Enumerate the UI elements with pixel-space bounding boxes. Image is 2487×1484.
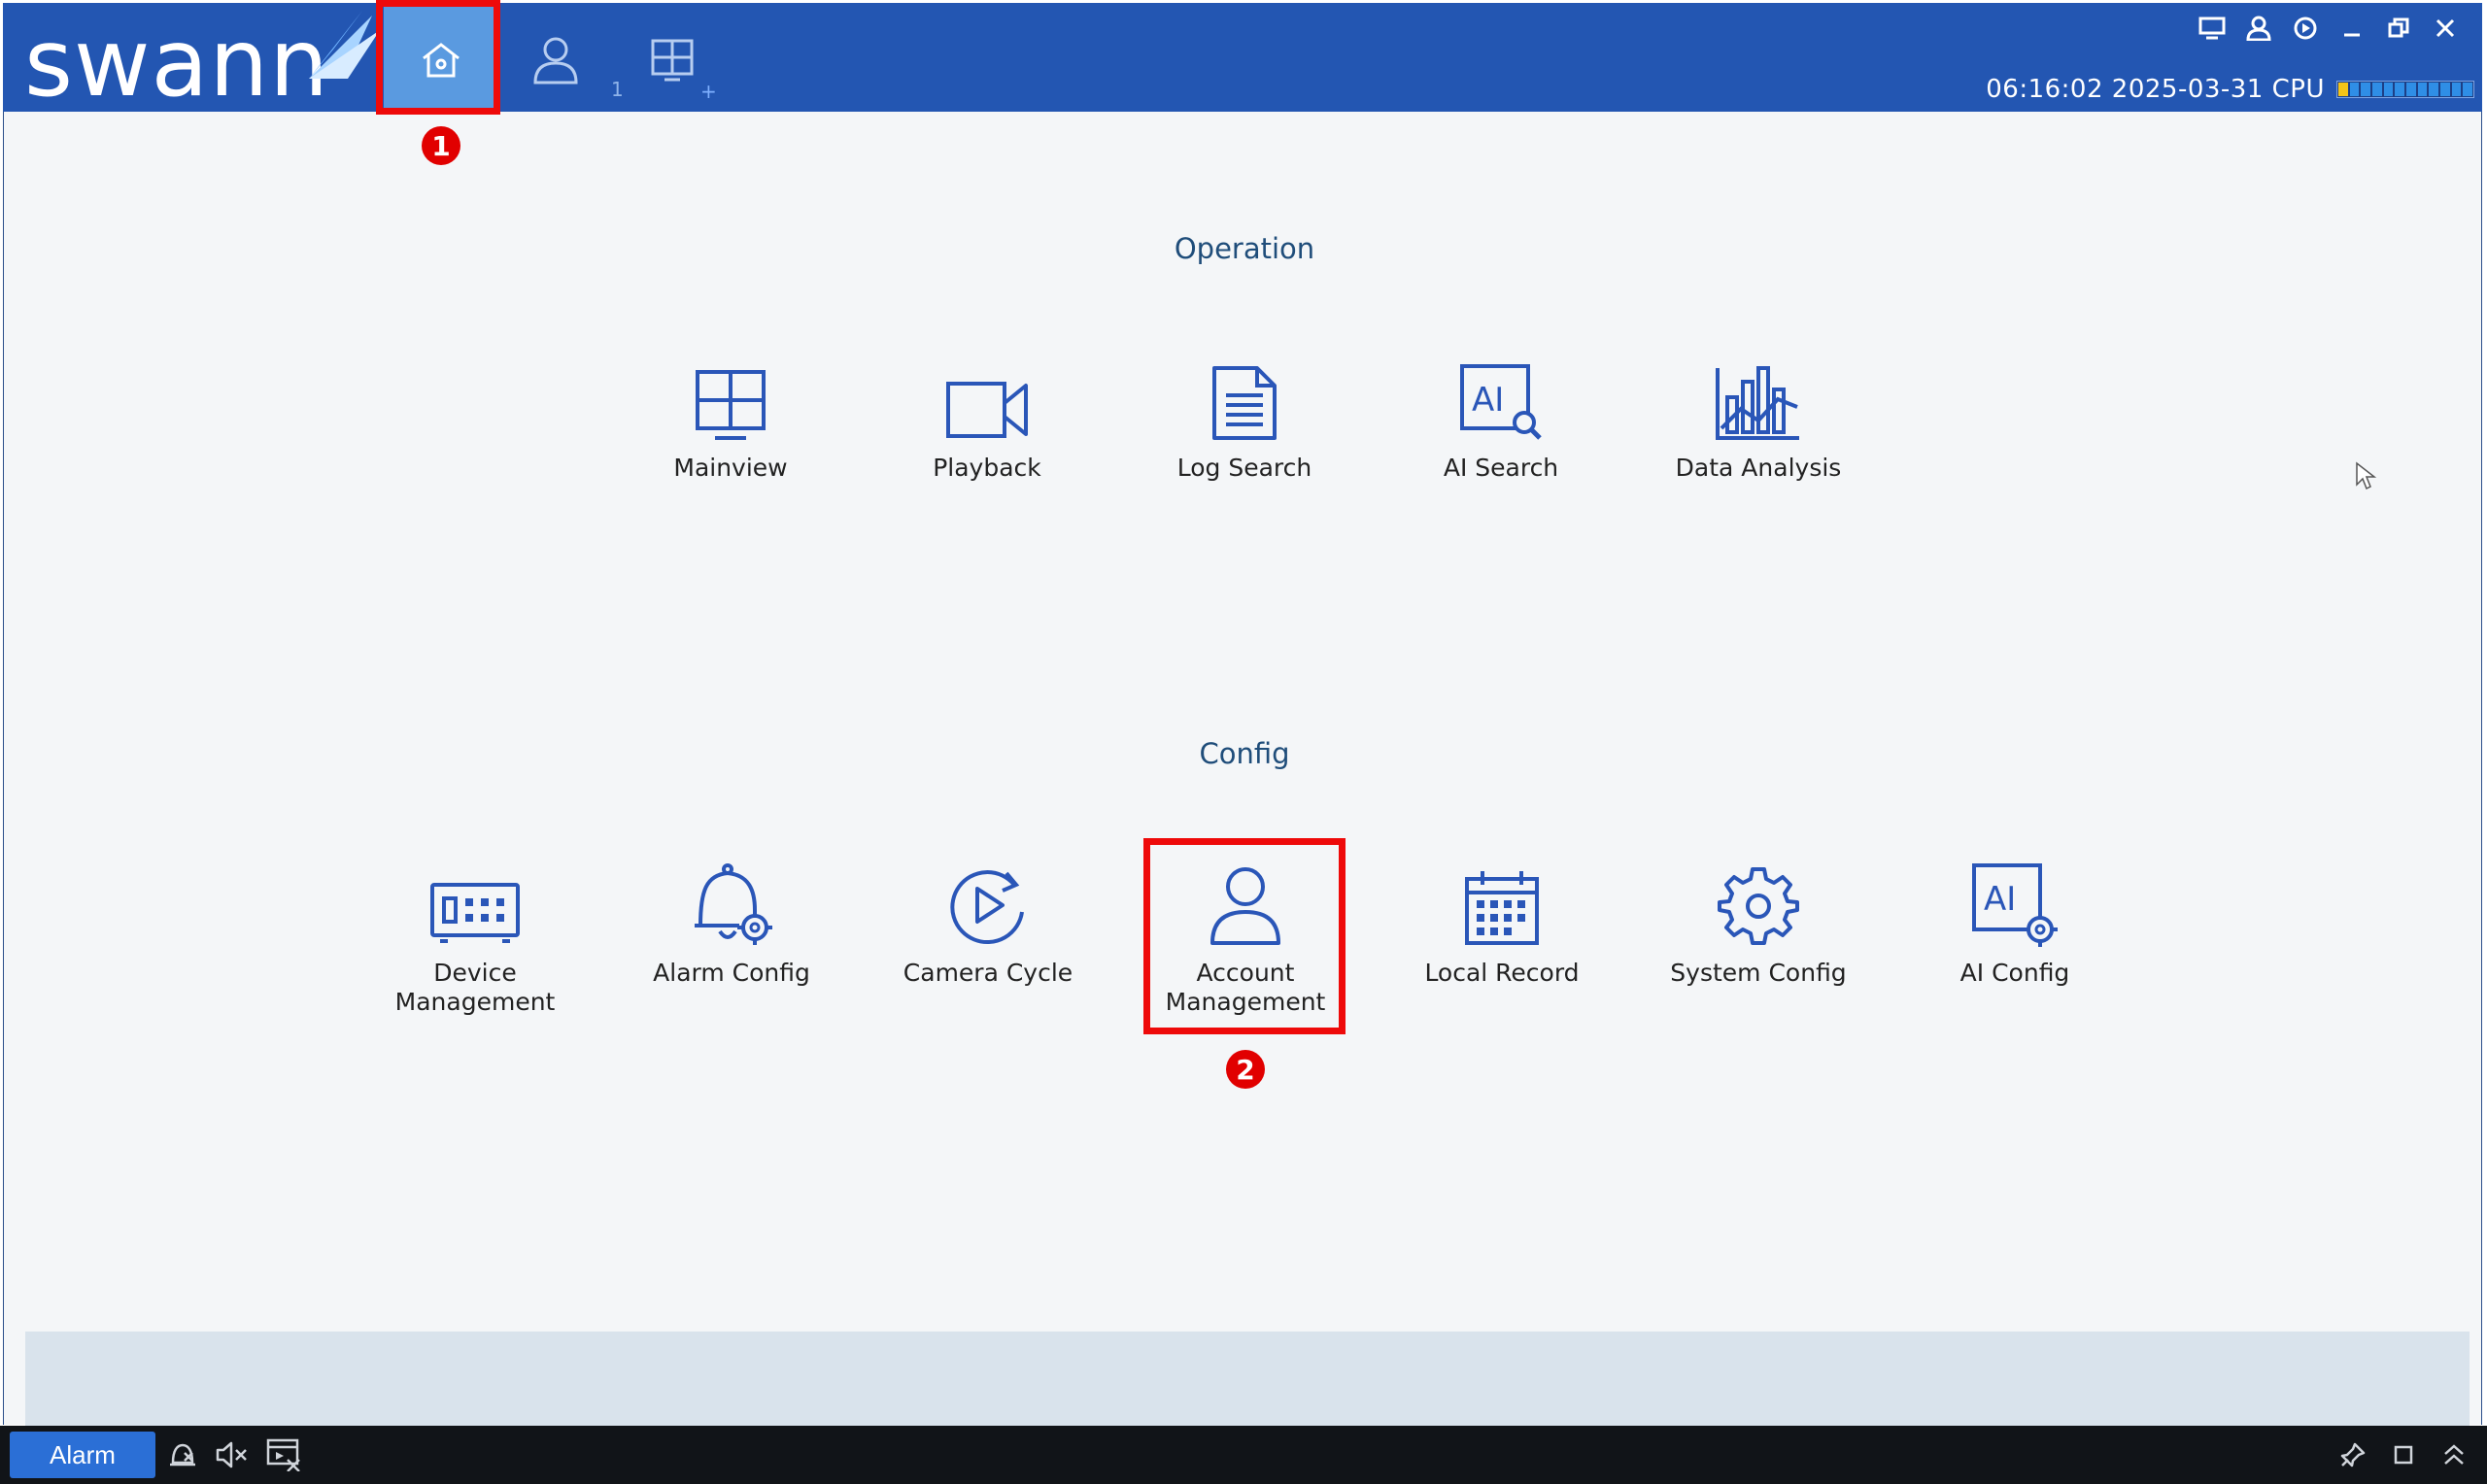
- close-video-icon[interactable]: [266, 1437, 301, 1472]
- tile-label: Log Search: [1176, 454, 1312, 482]
- user-icon: [533, 37, 578, 84]
- svg-text:AI: AI: [1472, 381, 1504, 420]
- window-controls: [2195, 15, 2463, 42]
- close-icon[interactable]: [2428, 15, 2463, 42]
- fullscreen-icon[interactable]: [2386, 1437, 2421, 1472]
- annotation-badge-2: 2: [1226, 1050, 1265, 1089]
- highlight-box-2: [1143, 838, 1346, 1034]
- monitor-icon[interactable]: [2195, 15, 2230, 42]
- taskbar: Alarm: [0, 1426, 2487, 1484]
- tile-log-search[interactable]: Log Search: [1133, 354, 1356, 483]
- tile-ai-config[interactable]: AI AI Config: [1903, 860, 2127, 988]
- highlight-box-1: [376, 0, 500, 115]
- alarm-button[interactable]: Alarm: [10, 1432, 155, 1478]
- tile-label: AI Config: [1959, 959, 2070, 987]
- tile-label: Device Management: [394, 959, 556, 1016]
- cpu-segment: [2338, 83, 2348, 96]
- camera-cycle-icon: [950, 870, 1024, 944]
- tile-label: Alarm Config: [653, 959, 810, 987]
- tile-label: Mainview: [673, 454, 788, 482]
- info-panel: [25, 1332, 2470, 1433]
- cpu-segment: [2395, 83, 2405, 96]
- alarm-bell-off-icon[interactable]: [165, 1437, 200, 1472]
- add-layout-icon[interactable]: +: [700, 80, 717, 103]
- cpu-segment: [2451, 83, 2462, 96]
- tile-playback[interactable]: Playback: [875, 354, 1099, 483]
- tile-label: Local Record: [1424, 959, 1580, 987]
- ai-search-icon: AI: [1460, 364, 1542, 440]
- cpu-segment: [2429, 83, 2439, 96]
- svg-text:AI: AI: [1984, 880, 2016, 919]
- cpu-segment: [2383, 83, 2394, 96]
- playback-icon: [946, 382, 1028, 438]
- tab-layout[interactable]: +: [615, 6, 730, 115]
- tile-system-config[interactable]: System Config: [1647, 860, 1870, 988]
- title-bar: swann 1 + 06:16:02 2025-03-31 CPU: [3, 3, 2482, 118]
- status-row: 06:16:02 2025-03-31 CPU: [1986, 75, 2474, 104]
- tile-label: System Config: [1670, 959, 1847, 987]
- cpu-segment: [2463, 83, 2473, 96]
- cpu-segment: [2361, 83, 2371, 96]
- expand-up-icon[interactable]: [2436, 1437, 2471, 1472]
- config-title: Config: [1199, 737, 1290, 770]
- cpu-segment: [2417, 83, 2428, 96]
- layout-grid-icon: [651, 39, 694, 82]
- cpu-segment: [2349, 83, 2360, 96]
- tile-device-management[interactable]: Device Management: [363, 860, 587, 1017]
- restore-icon[interactable]: [2381, 15, 2416, 42]
- tile-data-analysis[interactable]: Data Analysis: [1647, 354, 1870, 483]
- minimize-icon[interactable]: [2334, 15, 2369, 42]
- mute-icon[interactable]: [214, 1437, 249, 1472]
- system-config-icon: [1718, 867, 1799, 945]
- tile-label: Camera Cycle: [903, 959, 1073, 987]
- mouse-cursor-icon: [2356, 461, 2377, 490]
- logo-wing-icon: [309, 11, 380, 79]
- tab-account[interactable]: 1: [498, 6, 624, 115]
- operation-title: Operation: [1174, 232, 1315, 265]
- log-search-icon: [1212, 366, 1277, 440]
- tile-label: AI Search: [1443, 454, 1559, 482]
- tile-alarm-config[interactable]: Alarm Config: [620, 860, 843, 988]
- tile-mainview[interactable]: Mainview: [619, 354, 842, 483]
- user-account-icon[interactable]: [2241, 15, 2276, 42]
- tile-label: Data Analysis: [1675, 454, 1842, 482]
- tile-label: Playback: [933, 454, 1041, 482]
- swann-logo: swann: [22, 9, 382, 118]
- pin-icon[interactable]: [2335, 1437, 2370, 1472]
- tile-ai-search[interactable]: AI AI Search: [1389, 354, 1613, 483]
- logo-text: swann: [24, 9, 330, 118]
- mainview-icon: [696, 370, 766, 440]
- cpu-segment: [2406, 83, 2416, 96]
- tile-local-record[interactable]: Local Record: [1390, 860, 1614, 988]
- main-panel: Operation Mainview Playback Log Search A…: [3, 112, 2482, 1433]
- data-analysis-icon: [1716, 366, 1799, 440]
- ai-config-icon: AI: [1972, 863, 2058, 947]
- cpu-segment: [2440, 83, 2450, 96]
- annotation-badge-1: 1: [422, 126, 460, 165]
- playback-circle-icon[interactable]: [2288, 15, 2323, 42]
- tile-camera-cycle[interactable]: Camera Cycle: [876, 860, 1100, 988]
- alarm-config-icon: [695, 863, 772, 945]
- cpu-segment: [2372, 83, 2382, 96]
- local-record-icon: [1465, 871, 1539, 945]
- device-management-icon: [430, 883, 520, 943]
- cpu-usage-bar: [2336, 81, 2474, 98]
- clock-cpu-label: 06:16:02 2025-03-31 CPU: [1986, 75, 2325, 104]
